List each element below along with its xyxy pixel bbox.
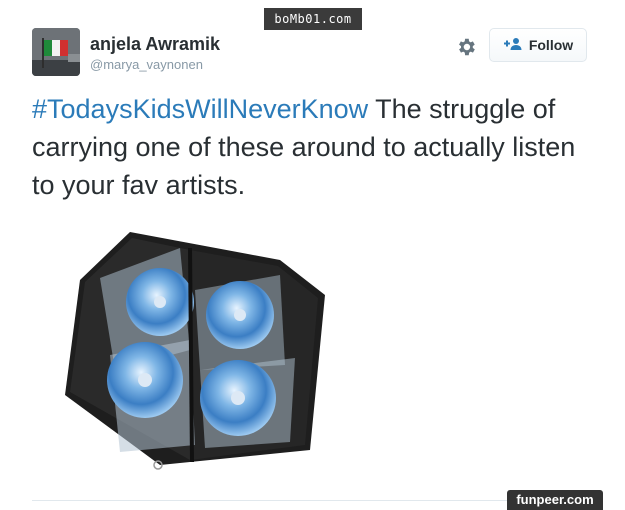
hashtag-link[interactable]: #TodaysKidsWillNeverKnow bbox=[32, 94, 368, 124]
watermark-bottom: funpeer.com bbox=[507, 490, 603, 510]
follow-label: Follow bbox=[528, 37, 574, 53]
tweet-text: #TodaysKidsWillNeverKnow The struggle of… bbox=[32, 90, 602, 204]
gear-icon[interactable] bbox=[455, 36, 477, 58]
cd-wallet-image[interactable] bbox=[40, 220, 340, 480]
display-name[interactable]: anjela Awramik bbox=[90, 34, 220, 55]
avatar[interactable] bbox=[32, 28, 80, 76]
follow-button[interactable]: Follow bbox=[489, 28, 587, 62]
username[interactable]: @marya_vaynonen bbox=[90, 57, 203, 72]
avatar-image bbox=[32, 28, 80, 76]
add-user-icon bbox=[503, 37, 523, 54]
watermark-top: boMb01.com bbox=[264, 8, 362, 30]
